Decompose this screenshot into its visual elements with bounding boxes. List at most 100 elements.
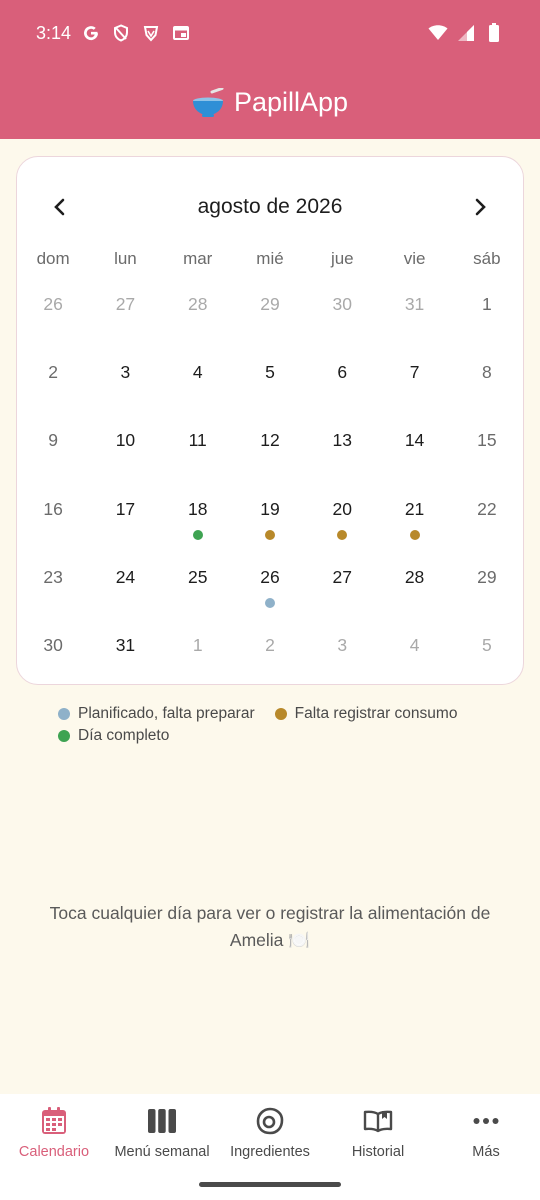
calendar-day[interactable]: 29 bbox=[234, 285, 306, 353]
calendar-day[interactable]: 2 bbox=[17, 353, 89, 421]
calendar-day[interactable]: 1 bbox=[162, 626, 234, 694]
nav-label: Menú semanal bbox=[114, 1144, 210, 1160]
day-number: 31 bbox=[115, 634, 136, 655]
calendar-day[interactable]: 24 bbox=[89, 558, 161, 626]
day-number: 2 bbox=[265, 634, 275, 655]
day-number: 31 bbox=[404, 294, 425, 314]
calendar-day[interactable]: 25 bbox=[162, 558, 234, 626]
day-number: 5 bbox=[481, 634, 492, 655]
calendar-day[interactable]: 8 bbox=[451, 353, 523, 421]
day-number: 26 bbox=[43, 294, 63, 314]
day-number: 1 bbox=[192, 634, 203, 655]
calendar-day[interactable]: 28 bbox=[378, 558, 450, 626]
calendar-day[interactable]: 30 bbox=[17, 626, 89, 694]
calendar-grid: 26 27 28 29 30 31 1 2 3 4 5 6 7 8 9 10 11 12 13 14 15 16 17 18 1… bbox=[17, 285, 523, 694]
calendar-day[interactable]: 13 bbox=[306, 421, 378, 489]
day-status-dot bbox=[337, 529, 348, 540]
day-number: 6 bbox=[337, 362, 348, 383]
day-number: 15 bbox=[477, 430, 497, 451]
calendar-day[interactable]: 20 bbox=[306, 490, 378, 558]
calendar-day[interactable]: 17 bbox=[89, 490, 161, 558]
day-number: 28 bbox=[187, 294, 208, 314]
calendar-day[interactable]: 15 bbox=[451, 421, 523, 489]
weekday-label: mié bbox=[256, 249, 284, 268]
chevron-left-icon bbox=[54, 198, 65, 216]
nav-label: Ingredientes bbox=[230, 1144, 310, 1160]
weekday-label: mar bbox=[183, 249, 213, 268]
vpn-icon bbox=[141, 23, 161, 43]
calendar-day[interactable]: 29 bbox=[451, 558, 523, 626]
calendar-day[interactable]: 3 bbox=[89, 353, 161, 421]
calendar-day[interactable]: 19 bbox=[234, 490, 306, 558]
calendar-header: agosto de 2026 bbox=[17, 187, 523, 227]
calendar-day[interactable]: 23 bbox=[17, 558, 89, 626]
signal-icon bbox=[456, 23, 476, 43]
calendar-day[interactable]: 31 bbox=[89, 626, 161, 694]
legend-item-planned: Planificado, falta preparar bbox=[58, 705, 255, 723]
nav-label: Historial bbox=[351, 1144, 405, 1160]
day-number: 11 bbox=[188, 430, 207, 451]
calendar-day[interactable]: 14 bbox=[378, 421, 450, 489]
nav-item-calendario[interactable]: Calendario bbox=[0, 1094, 108, 1200]
calendar-day[interactable]: 16 bbox=[17, 490, 89, 558]
day-status-dot bbox=[264, 529, 275, 540]
calendar-day[interactable]: 4 bbox=[162, 353, 234, 421]
calendar-day[interactable]: 5 bbox=[234, 353, 306, 421]
google-icon bbox=[81, 23, 101, 43]
calendar-day[interactable]: 22 bbox=[451, 490, 523, 558]
calendar-day[interactable]: 31 bbox=[378, 285, 450, 353]
calendar-day[interactable]: 9 bbox=[17, 421, 89, 489]
day-number: 5 bbox=[265, 362, 275, 383]
calendar-day[interactable]: 3 bbox=[306, 626, 378, 694]
calendar-day[interactable]: 4 bbox=[378, 626, 450, 694]
calendar-day[interactable]: 7 bbox=[378, 353, 450, 421]
day-number: 10 bbox=[115, 430, 136, 451]
status-bar: 3:14 bbox=[0, 0, 540, 66]
next-month-button[interactable] bbox=[465, 191, 497, 223]
day-number: 18 bbox=[187, 498, 208, 519]
calendar-day[interactable]: 28 bbox=[162, 285, 234, 353]
calendar-day[interactable]: 30 bbox=[306, 285, 378, 353]
day-number: 30 bbox=[43, 634, 63, 655]
day-number: 26 bbox=[260, 566, 280, 587]
day-number: 9 bbox=[48, 430, 58, 451]
calendar-day[interactable]: 18 bbox=[162, 490, 234, 558]
day-number: 27 bbox=[115, 294, 136, 314]
legend-label: Día completo bbox=[78, 727, 170, 744]
calendar-day[interactable]: 6 bbox=[306, 353, 378, 421]
calendar-icon bbox=[42, 1107, 66, 1134]
calendar-day[interactable]: 10 bbox=[89, 421, 161, 489]
weekday-label: dom bbox=[36, 249, 70, 268]
day-number: 4 bbox=[409, 634, 420, 655]
day-number: 21 bbox=[404, 498, 425, 519]
calendar-card: agosto de 2026 dom lun mar mié jue vie sáb 26 2… bbox=[16, 156, 524, 685]
calendar-day[interactable]: 26 bbox=[234, 558, 306, 626]
calendar-day[interactable]: 2 bbox=[234, 626, 306, 694]
egg-icon bbox=[256, 1107, 284, 1135]
day-number: 16 bbox=[43, 498, 63, 519]
hint-text: Toca cualquier día para ver o registrar … bbox=[49, 903, 491, 950]
nav-item-mas[interactable]: Más bbox=[432, 1094, 540, 1200]
calendar-day[interactable]: 27 bbox=[306, 558, 378, 626]
previous-month-button[interactable] bbox=[43, 191, 75, 223]
calendar-day[interactable]: 27 bbox=[89, 285, 161, 353]
status-time: 3:14 bbox=[36, 22, 72, 43]
calendar-day[interactable]: 1 bbox=[451, 285, 523, 353]
calendar-day[interactable]: 26 bbox=[17, 285, 89, 353]
status-legend: Planificado, falta preparar Falta regist… bbox=[58, 703, 457, 747]
calendar-day[interactable]: 21 bbox=[378, 490, 450, 558]
shield-icon bbox=[111, 23, 131, 43]
day-number: 19 bbox=[260, 498, 280, 519]
app-title: PapillApp bbox=[233, 87, 349, 117]
weekday-label: sáb bbox=[473, 249, 501, 268]
day-number: 29 bbox=[260, 294, 280, 314]
calendar-day[interactable]: 12 bbox=[234, 421, 306, 489]
wifi-icon bbox=[428, 23, 448, 43]
calendar-day[interactable]: 11 bbox=[162, 421, 234, 489]
calendar-day[interactable]: 5 bbox=[451, 626, 523, 694]
day-number: 3 bbox=[337, 634, 348, 655]
day-status-dot bbox=[264, 597, 275, 608]
day-number: 25 bbox=[187, 566, 208, 587]
day-number: 30 bbox=[332, 294, 353, 314]
legend-dot-pending bbox=[274, 708, 287, 720]
